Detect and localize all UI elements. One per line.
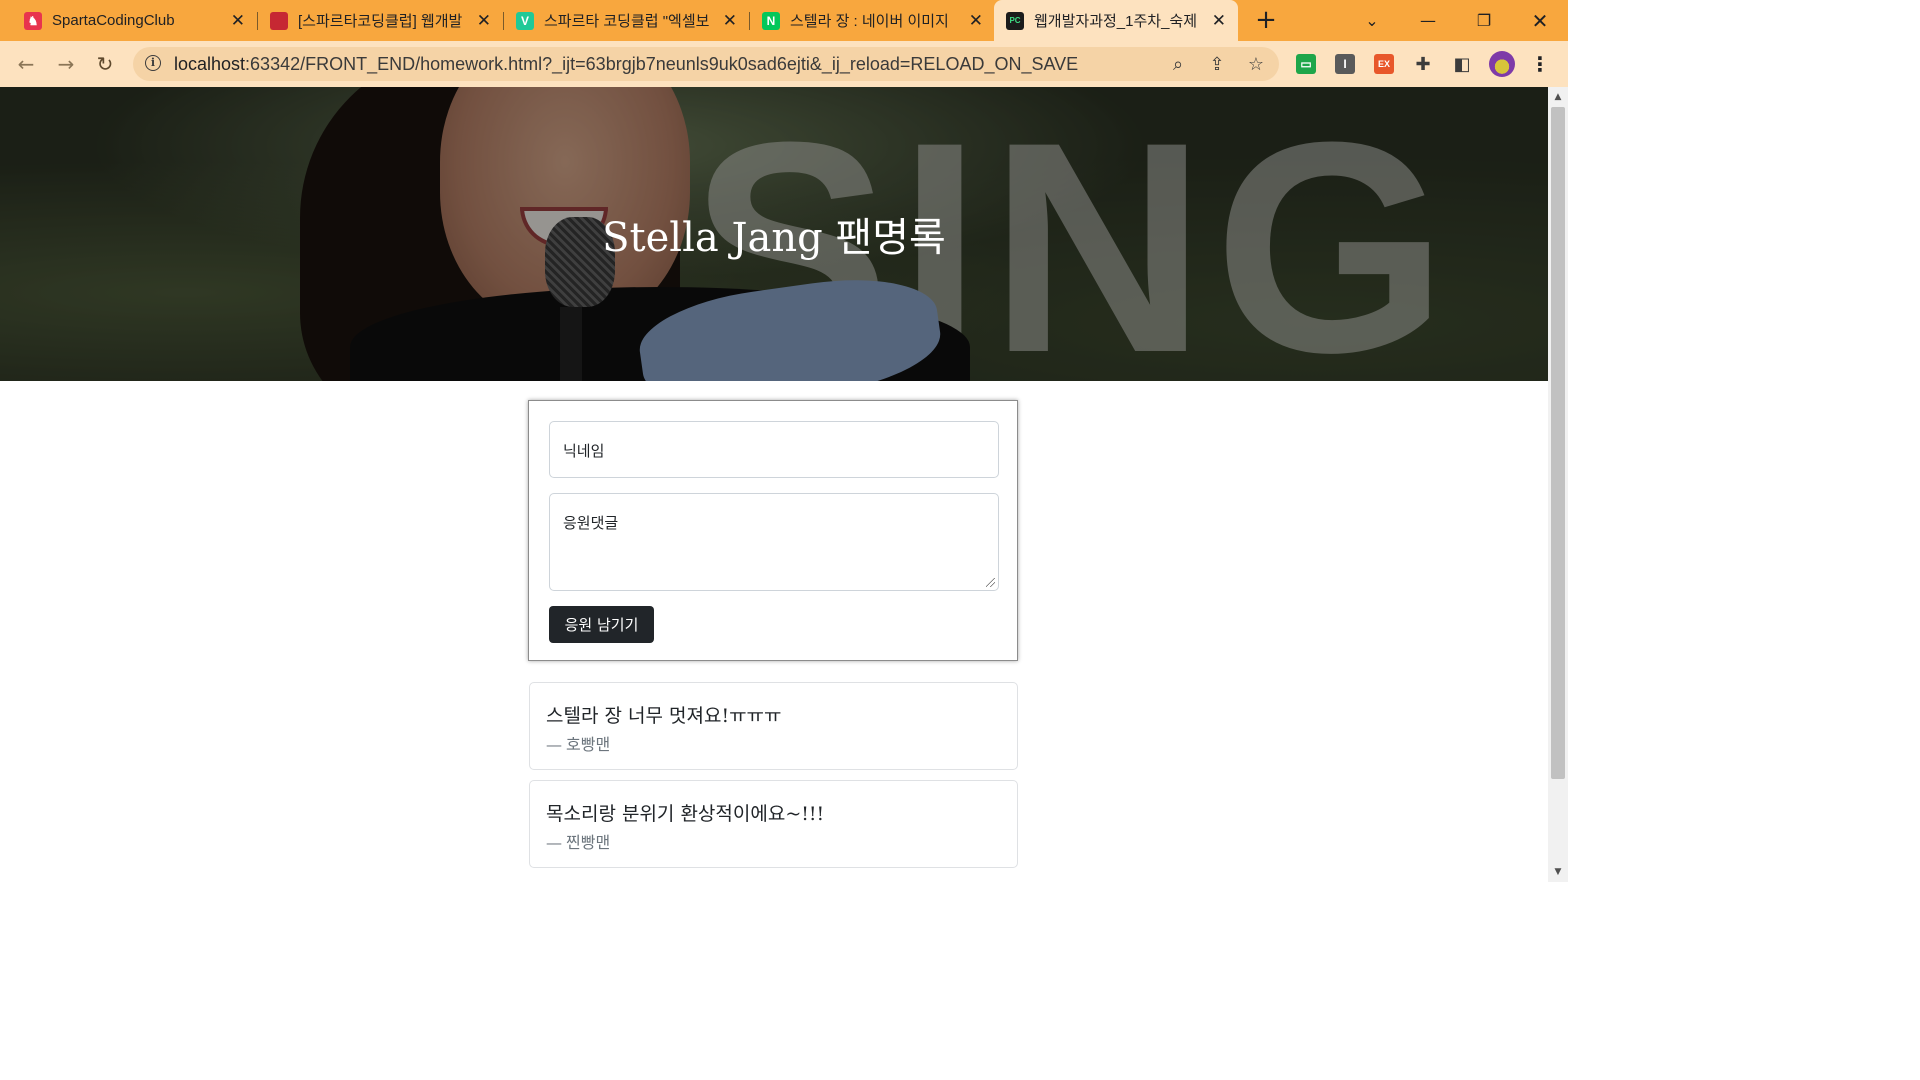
author-dash: —	[546, 833, 562, 852]
side-panel-icon[interactable]: ◧	[1452, 54, 1472, 75]
back-icon[interactable]: ←	[12, 50, 40, 78]
star-icon[interactable]: ☆	[1246, 54, 1266, 75]
share-icon[interactable]: ⇪	[1207, 54, 1227, 75]
tab-sparta-excel[interactable]: V 스파르타 코딩클럽 "엑셀보 ✕	[504, 0, 750, 41]
url-path: :63342/FRONT_END/homework.html?_ijt=63br…	[245, 54, 1079, 74]
zoom-icon[interactable]: ⌕	[1168, 54, 1188, 75]
naver-favicon-icon: N	[762, 11, 780, 30]
author-name: 호빵맨	[566, 735, 611, 754]
close-icon[interactable]: ✕	[231, 11, 245, 31]
reload-icon[interactable]: ↻	[91, 50, 119, 78]
comment-text: 목소리랑 분위기 환상적이에요~!!!	[546, 803, 825, 825]
comment-label: 응원댓글	[563, 514, 619, 532]
sparta-favicon-icon: ♞	[24, 11, 42, 30]
nickname-field[interactable]: 닉네임	[549, 421, 999, 478]
comment-card: 스텔라 장 너무 멋져요!ㅠㅠㅠ — 호빵맨	[529, 682, 1018, 770]
close-icon[interactable]: ✕	[723, 11, 737, 31]
close-icon[interactable]: ✕	[969, 11, 983, 31]
close-icon[interactable]: ✕	[477, 11, 491, 31]
address-bar[interactable]: i localhost:63342/FRONT_END/homework.htm…	[133, 47, 1279, 81]
scroll-up-icon[interactable]: ▲	[1548, 89, 1568, 105]
tab-title: 웹개발자과정_1주차_숙제	[1034, 13, 1198, 30]
tab-title: 스파르타 코딩클럽 "엑셀보	[544, 13, 710, 30]
nickname-label: 닉네임	[563, 442, 605, 460]
profile-avatar[interactable]	[1489, 51, 1515, 77]
tab-title: 스텔라 장 : 네이버 이미지	[790, 13, 949, 30]
tab-title: SpartaCodingClub	[52, 12, 175, 29]
post-form-card: 닉네임 응원댓글 응원 남기기	[528, 400, 1018, 661]
tab-spartacodingclub[interactable]: ♞ SpartaCodingClub ✕	[12, 0, 258, 41]
comment-card: 목소리랑 분위기 환상적이에요~!!! — 찐빵맨	[529, 780, 1018, 868]
hero-banner: SING Stella Jang 팬명록	[0, 87, 1548, 381]
page-title: Stella Jang 팬명록	[602, 215, 946, 261]
ex-ext-icon[interactable]: EX	[1374, 54, 1394, 74]
restore-icon[interactable]: ❐	[1456, 0, 1512, 41]
url-text[interactable]: localhost:63342/FRONT_END/homework.html?…	[174, 54, 1078, 75]
window-close-icon[interactable]: ✕	[1512, 0, 1568, 41]
tab-naver-image[interactable]: N 스텔라 장 : 네이버 이미지 ✕	[750, 0, 995, 41]
tab-homework[interactable]: PC 웹개발자과정_1주차_숙제 ✕	[994, 0, 1238, 41]
comment-text: 스텔라 장 너무 멋져요!ㅠㅠㅠ	[546, 705, 782, 727]
comment-author: — 호빵맨	[546, 731, 610, 755]
page-viewport: SING Stella Jang 팬명록 닉네임 응원댓글 응원 남기기 스텔라…	[0, 87, 1548, 882]
comment-field[interactable]: 응원댓글	[549, 493, 999, 591]
tab-strip: ♞ SpartaCodingClub ✕ [스파르타코딩클럽] 웹개발 ✕ V …	[0, 0, 1568, 41]
page-scrollbar[interactable]: ▲ ▼	[1548, 87, 1568, 882]
v-favicon-icon: V	[516, 11, 534, 30]
info-icon[interactable]: i	[145, 55, 161, 71]
url-host: localhost	[174, 54, 246, 74]
tab-sparta-webdev[interactable]: [스파르타코딩클럽] 웹개발 ✕	[258, 0, 504, 41]
close-icon[interactable]: ✕	[1212, 11, 1226, 31]
minimize-icon[interactable]: —	[1400, 0, 1456, 41]
book-favicon-icon	[270, 11, 288, 30]
browser-toolbar: ← → ↻ i localhost:63342/FRONT_END/homewo…	[0, 41, 1568, 87]
scroll-down-icon[interactable]: ▼	[1548, 864, 1568, 880]
scrollbar-thumb[interactable]	[1551, 107, 1565, 779]
i-ext-icon[interactable]: I	[1335, 54, 1355, 74]
author-name: 찐빵맨	[566, 833, 611, 852]
author-dash: —	[546, 735, 562, 754]
new-tab-button[interactable]: +	[1252, 6, 1280, 34]
menu-icon[interactable]: ⋮	[1530, 53, 1550, 75]
tab-search-icon[interactable]: ⌄	[1344, 0, 1400, 41]
submit-cheer-button[interactable]: 응원 남기기	[549, 606, 654, 643]
resize-handle-icon[interactable]	[986, 578, 995, 587]
pycharm-favicon-icon: PC	[1006, 11, 1024, 30]
tab-title: [스파르타코딩클럽] 웹개발	[298, 13, 463, 30]
extensions-icon[interactable]: ✚	[1413, 54, 1433, 75]
comment-author: — 찐빵맨	[546, 829, 610, 853]
screen-ext-icon[interactable]: ▭	[1296, 54, 1316, 74]
forward-icon[interactable]: →	[52, 50, 80, 78]
